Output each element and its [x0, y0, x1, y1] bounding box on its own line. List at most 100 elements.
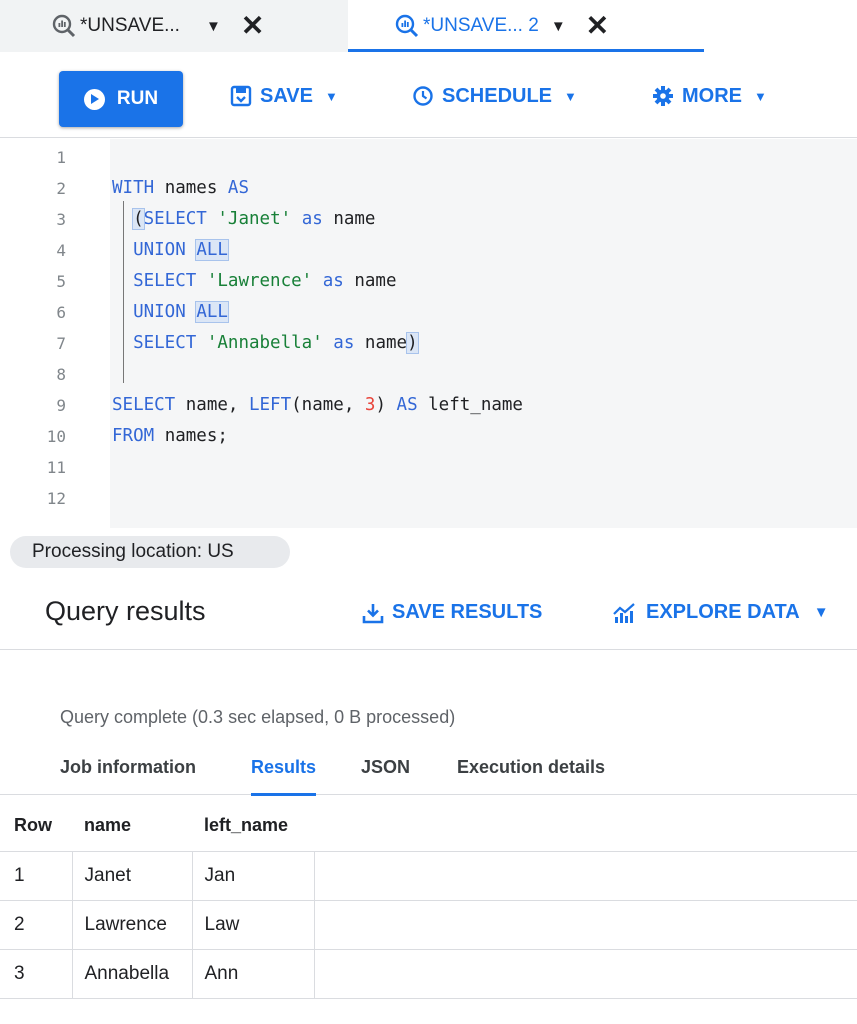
sql-token: ) — [406, 332, 419, 354]
cell-left-name: Ann — [192, 949, 315, 999]
sql-token: 'Annabella' — [206, 333, 323, 353]
line-number: 1 — [56, 148, 66, 167]
results-header: Query results SAVE RESULTS EXPLORE DATA … — [0, 576, 857, 650]
tab-json[interactable]: JSON — [361, 757, 410, 778]
sql-token: SELECT — [133, 271, 197, 291]
line-number: 4 — [56, 241, 66, 260]
sql-token: UNION — [133, 240, 186, 260]
cell-name: Lawrence — [72, 900, 193, 950]
cell-left-name: Law — [192, 900, 315, 950]
line-number: 10 — [46, 427, 66, 446]
schedule-label: SCHEDULE — [442, 84, 553, 107]
tab-unsaved-query-1[interactable]: *UNSAVE... ▼ ✕ — [0, 0, 348, 52]
chevron-down-icon[interactable]: ▼ — [206, 18, 221, 35]
line-number: 11 — [46, 458, 66, 477]
column-header-empty — [314, 800, 857, 852]
results-subtabs: Job information Results JSON Execution d… — [0, 745, 857, 796]
line-number: 12 — [46, 489, 66, 508]
close-icon[interactable]: ✕ — [586, 12, 609, 40]
download-icon — [362, 602, 384, 624]
code-line-3: (SELECT 'Janet' as name — [132, 208, 376, 230]
sql-token: WITH — [112, 178, 155, 198]
code-line-10: FROM names; — [112, 426, 228, 446]
code-line-7: SELECT 'Annabella' as name) — [133, 332, 419, 354]
sql-token: 3 — [364, 395, 376, 415]
save-icon — [230, 85, 252, 107]
code-line-9: SELECT name, LEFT(name, 3) AS left_name — [112, 395, 523, 415]
sql-editor[interactable]: 1 2 3 4 5 6 7 8 9 10 11 12 WITH names AS… — [0, 139, 857, 528]
play-icon — [83, 88, 105, 110]
gear-icon — [652, 85, 674, 107]
column-header-left-name: left_name — [192, 800, 314, 852]
more-button[interactable]: MORE ▼ — [652, 82, 767, 110]
tab-label: *UNSAVE... — [80, 15, 180, 36]
cell-empty — [314, 900, 857, 950]
explore-chart-icon — [612, 602, 638, 624]
chevron-down-icon: ▼ — [813, 604, 829, 621]
chevron-down-icon: ▼ — [754, 88, 767, 104]
line-number: 2 — [56, 179, 66, 198]
column-header-name: name — [72, 800, 192, 852]
processing-location-chip: Processing location: US — [10, 536, 290, 568]
more-label: MORE — [682, 84, 742, 107]
schedule-button[interactable]: SCHEDULE ▼ — [412, 82, 577, 110]
cell-name: Annabella — [72, 949, 193, 999]
query-icon — [52, 14, 76, 38]
line-number: 3 — [56, 210, 66, 229]
tab-results[interactable]: Results — [251, 757, 317, 796]
tab-execution-details[interactable]: Execution details — [457, 757, 605, 778]
close-icon[interactable]: ✕ — [241, 12, 264, 40]
sql-token: LEFT — [248, 395, 292, 415]
cell-left-name: Jan — [192, 851, 315, 901]
tab-bar-filler — [704, 0, 857, 52]
cell-row-number: 3 — [0, 949, 73, 999]
sql-token: as — [322, 271, 344, 291]
line-number: 5 — [56, 272, 66, 291]
sql-token: SELECT — [143, 209, 207, 229]
sql-token: AS — [396, 395, 418, 415]
table-row: 2 Lawrence Law — [0, 900, 857, 950]
sql-token: as — [301, 209, 323, 229]
sql-token: ALL — [195, 301, 229, 323]
results-title: Query results — [45, 596, 206, 626]
line-number: 7 — [56, 334, 66, 353]
sql-token: SELECT — [133, 333, 197, 353]
code-line-4: UNION ALL — [112, 235, 229, 266]
sql-token: ALL — [195, 239, 229, 261]
tab-bar: *UNSAVE... ▼ ✕ *UNSAVE... 2 ▼ ✕ — [0, 0, 857, 52]
line-number: 9 — [56, 396, 66, 415]
tab-job-information[interactable]: Job information — [60, 757, 196, 778]
results-table: Row name left_name 1 Janet Jan 2 Lawrenc… — [0, 800, 857, 999]
explore-data-label: EXPLORE DATA — [646, 601, 800, 623]
sql-token: AS — [227, 178, 249, 198]
save-label: SAVE — [260, 84, 313, 107]
table-row: 1 Janet Jan — [0, 851, 857, 901]
sql-token: UNION — [133, 302, 186, 322]
chevron-down-icon: ▼ — [324, 88, 338, 104]
column-header-row: Row — [0, 800, 72, 852]
query-icon — [395, 14, 419, 38]
sql-token: 'Janet' — [217, 209, 292, 229]
line-number: 8 — [56, 365, 66, 384]
sql-token: as — [333, 333, 355, 353]
run-button[interactable]: RUN — [59, 71, 183, 127]
chevron-down-icon[interactable]: ▼ — [551, 18, 566, 35]
code-line-5: SELECT 'Lawrence' as name — [133, 271, 397, 291]
save-results-label: SAVE RESULTS — [392, 601, 543, 623]
chevron-down-icon: ▼ — [564, 88, 577, 104]
cell-empty — [314, 851, 857, 901]
tab-unsaved-query-2[interactable]: *UNSAVE... 2 ▼ ✕ — [348, 0, 704, 52]
sql-token: 'Lawrence' — [206, 271, 313, 291]
clock-icon — [412, 85, 434, 107]
table-row: 3 Annabella Ann — [0, 949, 857, 999]
code-line-6: UNION ALL — [112, 297, 229, 328]
explore-data-button[interactable]: EXPLORE DATA ▼ — [612, 601, 829, 624]
query-toolbar: RUN SAVE ▼ SCHEDULE ▼ MORE ▼ — [0, 52, 857, 138]
sql-token: SELECT — [112, 395, 176, 415]
cell-name: Janet — [72, 851, 193, 901]
cell-empty — [314, 949, 857, 999]
save-button[interactable]: SAVE ▼ — [230, 82, 338, 110]
cell-row-number: 2 — [0, 900, 73, 950]
save-results-button[interactable]: SAVE RESULTS — [362, 601, 542, 624]
query-status: Query complete (0.3 sec elapsed, 0 B pro… — [60, 707, 456, 727]
